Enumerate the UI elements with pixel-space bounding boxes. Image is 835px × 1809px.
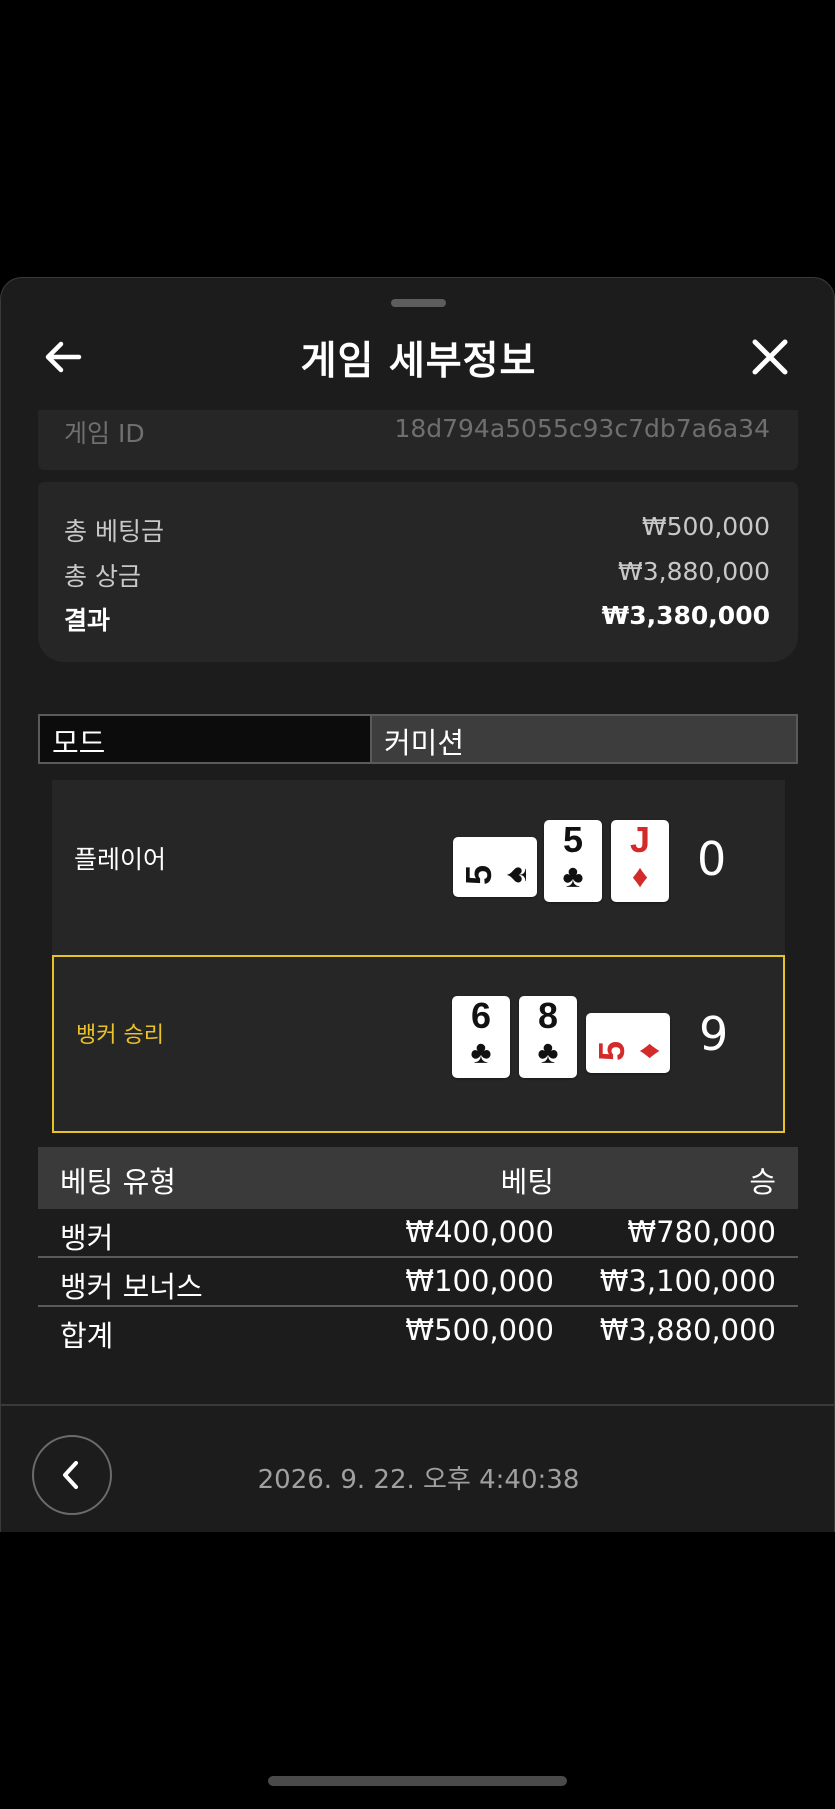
total-prize-row: 총 상금 ₩3,880,000	[38, 557, 798, 591]
header: 게임 세부정보	[1, 318, 835, 398]
total-prize-value: ₩3,880,000	[618, 557, 770, 586]
club-suit-icon: ♣	[470, 1034, 492, 1070]
player-label: 플레이어	[74, 845, 167, 874]
result-row: 결과 ₩3,380,000	[38, 601, 798, 635]
bet-type-cell: 합계	[60, 1319, 114, 1353]
footer-divider	[1, 1404, 835, 1406]
card-rank: 6	[470, 995, 492, 1036]
total-bet-row: 총 베팅금 ₩500,000	[38, 512, 798, 546]
card-rank: 5	[591, 1040, 632, 1062]
home-indicator[interactable]	[268, 1776, 567, 1786]
summary-card: 총 베팅금 ₩500,000 총 상금 ₩3,880,000 결과 ₩3,380…	[38, 482, 798, 662]
card-rank: 5	[562, 819, 584, 860]
bet-table-header: 베팅 유형 베팅 승	[38, 1147, 798, 1209]
bet-table: 베팅 유형 베팅 승 뱅커 ₩400,000 ₩780,000 뱅커 보너스 ₩…	[38, 1147, 798, 1356]
game-id-row: 게임 ID 18d794a5055c93c7db7a6a34	[38, 414, 798, 448]
player-card-3: J ♦	[611, 820, 669, 902]
game-id-label: 게임 ID	[64, 419, 145, 448]
header-bet-type: 베팅 유형	[60, 1165, 176, 1199]
club-suit-icon: ♣	[537, 1034, 559, 1070]
close-icon[interactable]	[745, 332, 795, 382]
result-label: 결과	[64, 606, 111, 635]
table-row-total: 합계 ₩500,000 ₩3,880,000	[38, 1307, 798, 1356]
banker-card-2: 8 ♣	[519, 996, 577, 1078]
win-amount-cell: ₩3,880,000	[599, 1313, 776, 1347]
banker-card-3: 5 ♦	[586, 1013, 670, 1073]
header-win: 승	[749, 1165, 776, 1199]
banker-score: 9	[699, 1007, 729, 1061]
player-hand: 플레이어 5 ♠ 5 ♣ J ♦ 0	[52, 780, 785, 956]
player-card-1: 5 ♠	[453, 837, 537, 897]
card-rank: J	[629, 819, 651, 860]
spade-suit-icon: ♠	[497, 866, 533, 884]
page-title: 게임 세부정보	[300, 339, 537, 384]
mode-tabs: 모드 커미션	[38, 714, 798, 764]
card-rank: 8	[537, 995, 559, 1036]
result-value: ₩3,380,000	[601, 601, 770, 630]
table-row: 뱅커 ₩400,000 ₩780,000	[38, 1209, 798, 1258]
game-id-card: 게임 ID 18d794a5055c93c7db7a6a34	[38, 410, 798, 470]
tab-mode[interactable]: 모드	[40, 716, 372, 762]
bet-amount-cell: ₩100,000	[405, 1264, 554, 1298]
club-suit-icon: ♣	[562, 858, 584, 894]
card-rank: 5	[458, 864, 499, 886]
player-score: 0	[697, 832, 727, 886]
bet-type-cell: 뱅커 보너스	[60, 1270, 203, 1304]
total-bet-label: 총 베팅금	[64, 517, 164, 546]
game-details-sheet: 게임 세부정보 게임 ID 18d794a5055c93c7db7a6a34 총…	[0, 277, 835, 1532]
diamond-suit-icon: ♦	[630, 1042, 666, 1060]
game-id-value: 18d794a5055c93c7db7a6a34	[394, 414, 770, 443]
bet-amount-cell: ₩400,000	[405, 1215, 554, 1249]
player-card-2: 5 ♣	[544, 820, 602, 902]
header-bet: 베팅	[500, 1165, 554, 1199]
sheet-grabber[interactable]	[391, 299, 446, 307]
table-row: 뱅커 보너스 ₩100,000 ₩3,100,000	[38, 1258, 798, 1307]
tab-commission[interactable]: 커미션	[372, 716, 796, 762]
total-bet-value: ₩500,000	[641, 512, 770, 541]
diamond-suit-icon: ♦	[631, 858, 649, 894]
banker-win-label: 뱅커 승리	[76, 1023, 164, 1048]
banker-card-1: 6 ♣	[452, 996, 510, 1078]
win-amount-cell: ₩3,100,000	[599, 1264, 776, 1298]
bet-type-cell: 뱅커	[60, 1221, 114, 1255]
total-prize-label: 총 상금	[64, 562, 141, 591]
win-amount-cell: ₩780,000	[627, 1215, 776, 1249]
game-timestamp: 2026. 9. 22. 오후 4:40:38	[257, 1465, 580, 1495]
bet-amount-cell: ₩500,000	[405, 1313, 554, 1347]
banker-hand: 뱅커 승리 6 ♣ 8 ♣ 5 ♦ 9	[52, 955, 785, 1133]
